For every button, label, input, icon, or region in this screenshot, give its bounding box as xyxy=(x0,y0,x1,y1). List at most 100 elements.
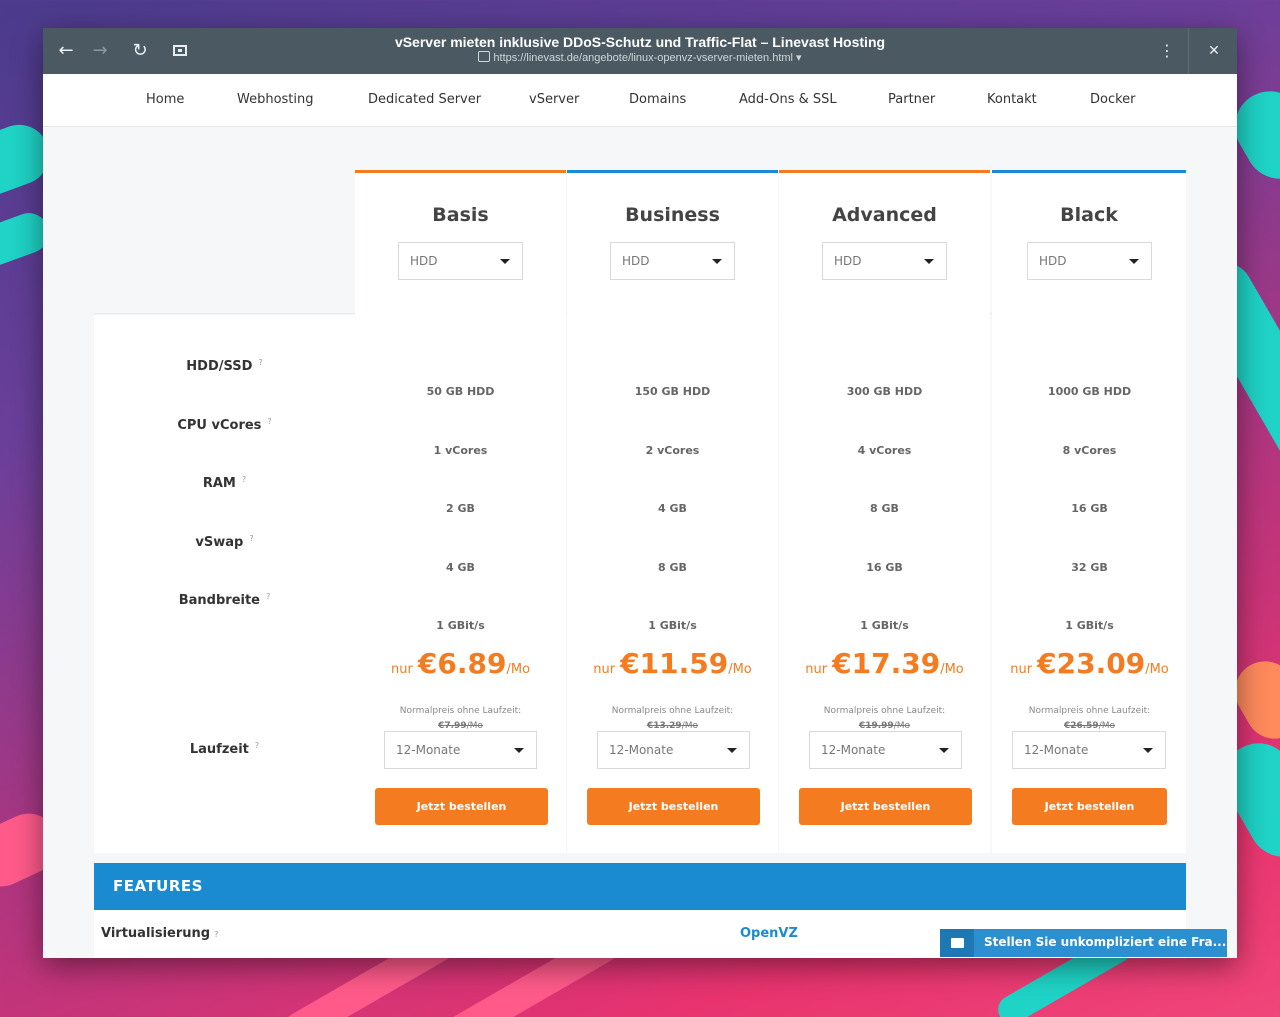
term-select[interactable]: 12-Monate xyxy=(809,731,962,769)
normal-price: Normalpreis ohne Laufzeit: €7.99/Mo xyxy=(355,704,566,734)
forward-arrow-icon[interactable]: → xyxy=(88,39,112,63)
help-icon[interactable]: ? xyxy=(258,358,262,367)
spec-ram: 2 GB xyxy=(446,502,475,515)
price-amount: €23.09 xyxy=(1037,647,1146,680)
normal-price-label: Normalpreis ohne Laufzeit: xyxy=(823,706,946,716)
price-prefix: nur xyxy=(805,662,828,677)
price-suffix: /Mo xyxy=(506,662,531,677)
order-button[interactable]: Jetzt bestellen xyxy=(1012,788,1167,825)
chevron-down-icon xyxy=(712,259,722,264)
plan-name: Business xyxy=(625,204,720,226)
window-title: vServer mieten inklusive DDoS-Schutz und… xyxy=(394,34,886,50)
normal-price-label: Normalpreis ohne Laufzeit: xyxy=(611,706,734,716)
help-icon[interactable]: ? xyxy=(266,592,270,601)
disk-type-select[interactable]: HDD xyxy=(822,242,947,280)
nav-domains[interactable]: Domains xyxy=(629,92,686,107)
chevron-down-icon xyxy=(727,748,737,753)
screenshot-icon[interactable] xyxy=(168,39,192,63)
old-price-suffix: /Mo xyxy=(466,721,483,731)
disk-type-value: HDD xyxy=(834,254,862,268)
features-title: FEATURES xyxy=(113,877,203,895)
row-label-vswap-text: vSwap xyxy=(195,535,244,550)
spec-hdd: 1000 GB HDD xyxy=(1047,385,1132,398)
spec-vswap: 8 GB xyxy=(658,561,687,574)
old-price-suffix: /Mo xyxy=(893,721,911,731)
disk-type-select[interactable]: HDD xyxy=(610,242,735,280)
order-button[interactable]: Jetzt bestellen xyxy=(587,788,760,825)
row-label-laufzeit: Laufzeit? xyxy=(94,741,355,757)
help-icon[interactable]: ? xyxy=(242,475,246,484)
menu-kebab-icon[interactable]: ⋮ xyxy=(1155,39,1179,63)
spec-cpu: 4 vCores xyxy=(857,444,912,457)
chevron-down-icon xyxy=(939,748,949,753)
nav-kontakt[interactable]: Kontakt xyxy=(987,92,1037,107)
chevron-down-icon xyxy=(514,748,524,753)
spec-cpu: 2 vCores xyxy=(645,444,700,457)
old-price-value: €13.29 xyxy=(646,721,682,731)
order-button[interactable]: Jetzt bestellen xyxy=(375,788,548,825)
help-icon[interactable]: ? xyxy=(214,930,218,939)
lock-icon xyxy=(478,51,491,62)
browser-window: ← → ↻ vServer mieten inklusive DDoS-Schu… xyxy=(43,28,1237,958)
old-price-value: €26.59 xyxy=(1063,721,1099,731)
term-select[interactable]: 12-Monate xyxy=(597,731,750,769)
term-select[interactable]: 12-Monate xyxy=(1012,731,1166,769)
help-icon[interactable]: ? xyxy=(249,534,253,543)
main-navigation: Home Webhosting Dedicated Server vServer… xyxy=(43,74,1237,127)
spec-hdd: 150 GB HDD xyxy=(634,385,711,398)
price-suffix: /Mo xyxy=(728,662,752,677)
nav-addons-ssl[interactable]: Add-Ons & SSL xyxy=(739,92,837,107)
old-price-suffix: /Mo xyxy=(1098,721,1116,731)
feature-value: OpenVZ xyxy=(740,926,798,941)
contact-chat-button[interactable]: Stellen Sie unkompliziert eine Fra... xyxy=(940,929,1227,957)
row-label-ram: RAM? xyxy=(94,475,355,491)
spec-bandwidth: 1 GBit/s xyxy=(436,619,485,632)
disk-type-select[interactable]: HDD xyxy=(398,242,523,280)
nav-webhosting[interactable]: Webhosting xyxy=(237,92,314,107)
plan-price: nur €6.89/Mo xyxy=(355,647,566,680)
back-arrow-icon[interactable]: ← xyxy=(54,39,78,63)
plan-price: nur €23.09/Mo xyxy=(984,647,1195,680)
normal-price: Normalpreis ohne Laufzeit: €19.99/Mo xyxy=(779,704,990,734)
url-bar[interactable]: https://linevast.de/angebote/linux-openv… xyxy=(293,51,987,64)
disk-type-select[interactable]: HDD xyxy=(1027,242,1152,280)
plan-name: Black xyxy=(1060,204,1118,226)
spec-cpu: 8 vCores xyxy=(1062,444,1117,457)
help-icon[interactable]: ? xyxy=(267,417,271,426)
spec-bandwidth: 1 GBit/s xyxy=(648,619,697,632)
old-price: €19.99/Mo xyxy=(859,721,910,731)
features-header: FEATURES xyxy=(94,863,1186,910)
chevron-down-icon xyxy=(1129,259,1139,264)
nav-docker[interactable]: Docker xyxy=(1090,92,1136,107)
chevron-down-icon xyxy=(924,259,934,264)
plan-accent-bar xyxy=(567,170,778,173)
feature-label: Virtualisierung? xyxy=(101,926,218,941)
reload-icon[interactable]: ↻ xyxy=(128,39,152,63)
price-prefix: nur xyxy=(1010,662,1033,677)
close-icon[interactable]: ✕ xyxy=(1202,39,1226,63)
spec-ram: 8 GB xyxy=(870,502,899,515)
row-label-hdd-text: HDD/SSD xyxy=(186,359,253,374)
price-suffix: /Mo xyxy=(940,662,964,677)
normal-price-label: Normalpreis ohne Laufzeit: xyxy=(399,706,522,716)
old-price-value: €19.99 xyxy=(858,721,894,731)
old-price: €7.99/Mo xyxy=(438,721,483,731)
normal-price-label: Normalpreis ohne Laufzeit: xyxy=(1028,706,1151,716)
nav-home[interactable]: Home xyxy=(146,92,184,107)
help-icon[interactable]: ? xyxy=(255,741,259,750)
nav-partner[interactable]: Partner xyxy=(888,92,935,107)
feature-label-text: Virtualisierung xyxy=(101,926,211,941)
spec-hdd: 50 GB HDD xyxy=(426,385,495,398)
chat-label: Stellen Sie unkompliziert eine Fra... xyxy=(984,935,1227,949)
price-amount: €6.89 xyxy=(417,647,507,680)
order-button[interactable]: Jetzt bestellen xyxy=(799,788,972,825)
plan-accent-bar xyxy=(992,170,1186,173)
row-label-bandwidth-text: Bandbreite xyxy=(178,593,260,608)
nav-dedicated-server[interactable]: Dedicated Server xyxy=(368,92,481,107)
spec-hdd: 300 GB HDD xyxy=(846,385,923,398)
spec-vswap: 4 GB xyxy=(446,561,475,574)
price-prefix: nur xyxy=(593,662,616,677)
term-select[interactable]: 12-Monate xyxy=(384,731,537,769)
nav-vserver[interactable]: vServer xyxy=(529,92,579,107)
old-price-suffix: /Mo xyxy=(681,721,699,731)
